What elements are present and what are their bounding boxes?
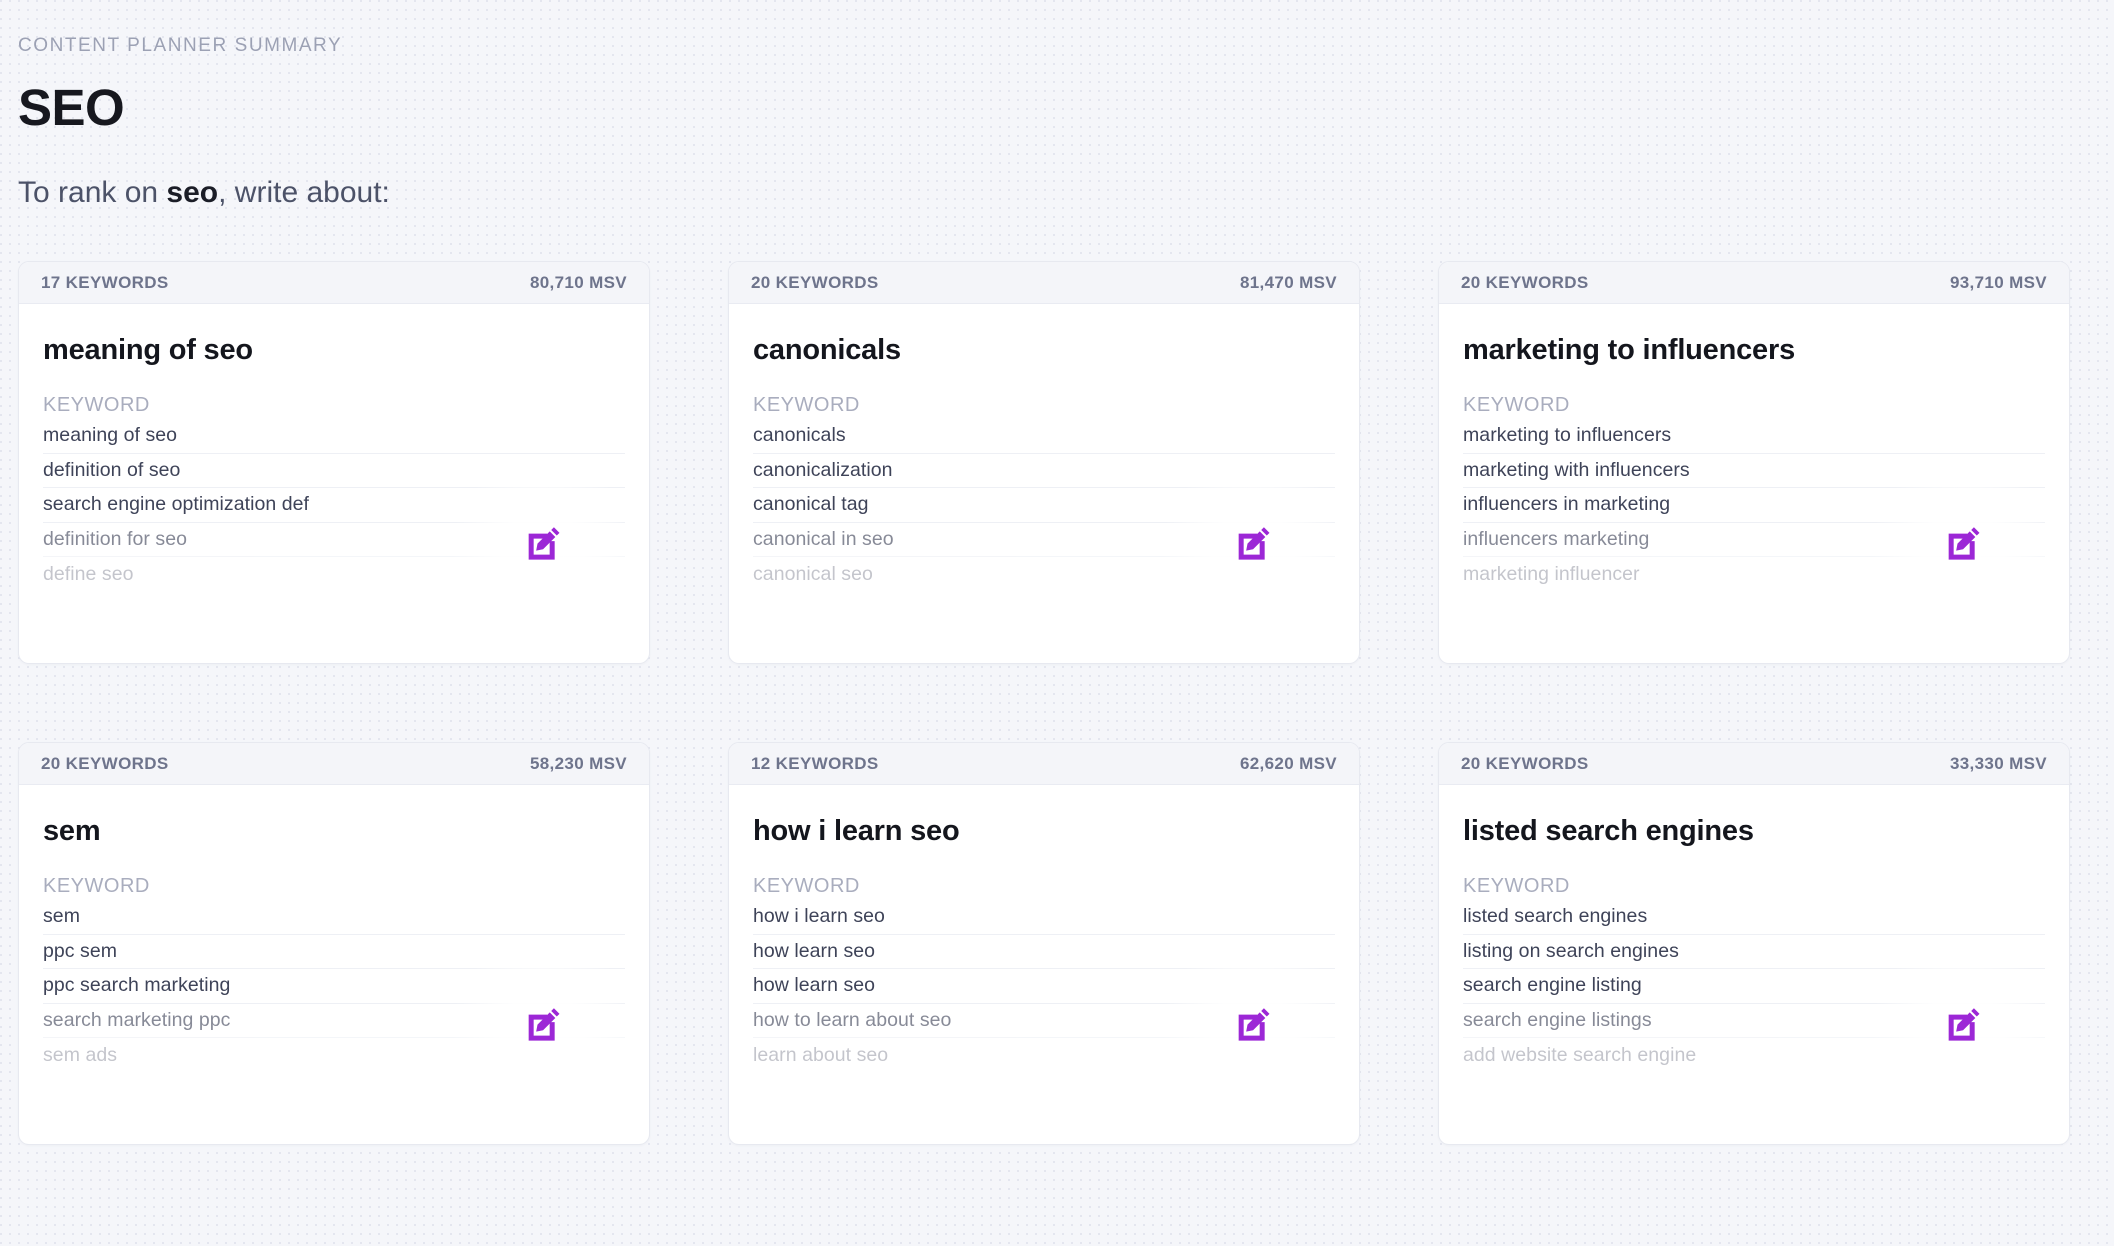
keyword-column-header: KEYWORD <box>1463 394 1570 416</box>
subtitle-prefix: To rank on <box>18 176 167 209</box>
edit-cluster-button[interactable] <box>1231 523 1275 567</box>
card-header: 12 KEYWORDS 62,620 MSV <box>729 743 1359 785</box>
subtitle-keyword: seo <box>166 176 219 209</box>
page-eyebrow: CONTENT PLANNER SUMMARY <box>18 35 343 56</box>
edit-pencil-square-icon <box>1943 525 1983 565</box>
keyword-cluster-card[interactable]: 17 KEYWORDS 80,710 MSV meaning of seo KE… <box>18 261 650 664</box>
msv-label: 80,710 MSV <box>529 273 627 292</box>
edit-cluster-button[interactable] <box>1941 523 1985 567</box>
keyword-row[interactable]: canonicalization <box>753 454 1335 489</box>
keyword-count-label: 20 KEYWORDS <box>41 754 169 773</box>
edit-pencil-square-icon <box>523 1006 563 1046</box>
keyword-column-header: KEYWORD <box>43 394 150 416</box>
edit-cluster-button[interactable] <box>1941 1004 1985 1048</box>
cluster-title: how i learn seo <box>753 815 960 847</box>
keyword-row[interactable]: canonicals <box>753 419 1335 454</box>
keyword-cluster-card[interactable]: 20 KEYWORDS 58,230 MSV sem KEYWORD sem pp… <box>18 742 650 1145</box>
card-header: 20 KEYWORDS 58,230 MSV <box>19 743 649 785</box>
subtitle-suffix: , write about: <box>218 176 390 209</box>
keyword-cluster-card[interactable]: 20 KEYWORDS 93,710 MSV marketing to infl… <box>1438 261 2070 664</box>
edit-pencil-square-icon <box>1233 525 1273 565</box>
cluster-title: listed search engines <box>1463 815 1754 847</box>
edit-pencil-square-icon <box>1233 1006 1273 1046</box>
keyword-row[interactable]: marketing with influencers <box>1463 454 2045 489</box>
keyword-row[interactable]: ppc search marketing <box>43 969 625 1004</box>
msv-label: 93,710 MSV <box>1949 273 2047 292</box>
keyword-cluster-card[interactable]: 12 KEYWORDS 62,620 MSV how i learn seo K… <box>728 742 1360 1145</box>
keyword-row[interactable]: listed search engines <box>1463 900 2045 935</box>
keyword-row[interactable]: ppc sem <box>43 935 625 970</box>
keyword-count-label: 20 KEYWORDS <box>751 273 879 292</box>
keyword-row[interactable]: how i learn seo <box>753 900 1335 935</box>
keyword-count-label: 20 KEYWORDS <box>1461 754 1589 773</box>
keyword-row[interactable]: how learn seo <box>753 935 1335 970</box>
keyword-row[interactable]: influencers in marketing <box>1463 488 2045 523</box>
keyword-cluster-grid: 17 KEYWORDS 80,710 MSV meaning of seo KE… <box>18 261 2096 1145</box>
keyword-row[interactable]: meaning of seo <box>43 419 625 454</box>
keyword-row[interactable]: how learn seo <box>753 969 1335 1004</box>
keyword-count-label: 17 KEYWORDS <box>41 273 169 292</box>
card-header: 17 KEYWORDS 80,710 MSV <box>19 262 649 304</box>
keyword-row[interactable]: marketing to influencers <box>1463 419 2045 454</box>
keyword-row[interactable]: sem <box>43 900 625 935</box>
keyword-column-header: KEYWORD <box>1463 875 1570 897</box>
edit-cluster-button[interactable] <box>1231 1004 1275 1048</box>
edit-cluster-button[interactable] <box>521 1004 565 1048</box>
keyword-row[interactable]: canonical tag <box>753 488 1335 523</box>
msv-label: 58,230 MSV <box>529 754 627 773</box>
keyword-cluster-card[interactable]: 20 KEYWORDS 81,470 MSV canonicals KEYWOR… <box>728 261 1360 664</box>
keyword-count-label: 20 KEYWORDS <box>1461 273 1589 292</box>
keyword-row[interactable]: search engine optimization def <box>43 488 625 523</box>
cluster-title: canonicals <box>753 334 901 366</box>
keyword-row[interactable]: search engine listing <box>1463 969 2045 1004</box>
card-header: 20 KEYWORDS 81,470 MSV <box>729 262 1359 304</box>
cluster-title: sem <box>43 815 101 847</box>
card-header: 20 KEYWORDS 93,710 MSV <box>1439 262 2069 304</box>
edit-pencil-square-icon <box>523 525 563 565</box>
keyword-column-header: KEYWORD <box>43 875 150 897</box>
edit-cluster-button[interactable] <box>521 523 565 567</box>
page-subtitle: To rank on seo, write about: <box>18 178 2096 208</box>
keyword-column-header: KEYWORD <box>753 394 860 416</box>
msv-label: 62,620 MSV <box>1239 754 1337 773</box>
page-title: SEO <box>18 79 125 136</box>
msv-label: 33,330 MSV <box>1949 754 2047 773</box>
cluster-title: meaning of seo <box>43 334 253 366</box>
keyword-row[interactable]: definition of seo <box>43 454 625 489</box>
keyword-column-header: KEYWORD <box>753 875 860 897</box>
edit-pencil-square-icon <box>1943 1006 1983 1046</box>
keyword-count-label: 12 KEYWORDS <box>751 754 879 773</box>
keyword-row[interactable]: listing on search engines <box>1463 935 2045 970</box>
cluster-title: marketing to influencers <box>1463 334 1795 366</box>
card-header: 20 KEYWORDS 33,330 MSV <box>1439 743 2069 785</box>
content-planner-page: CONTENT PLANNER SUMMARY SEO To rank on s… <box>0 36 2114 1246</box>
msv-label: 81,470 MSV <box>1239 273 1337 292</box>
keyword-cluster-card[interactable]: 20 KEYWORDS 33,330 MSV listed search eng… <box>1438 742 2070 1145</box>
